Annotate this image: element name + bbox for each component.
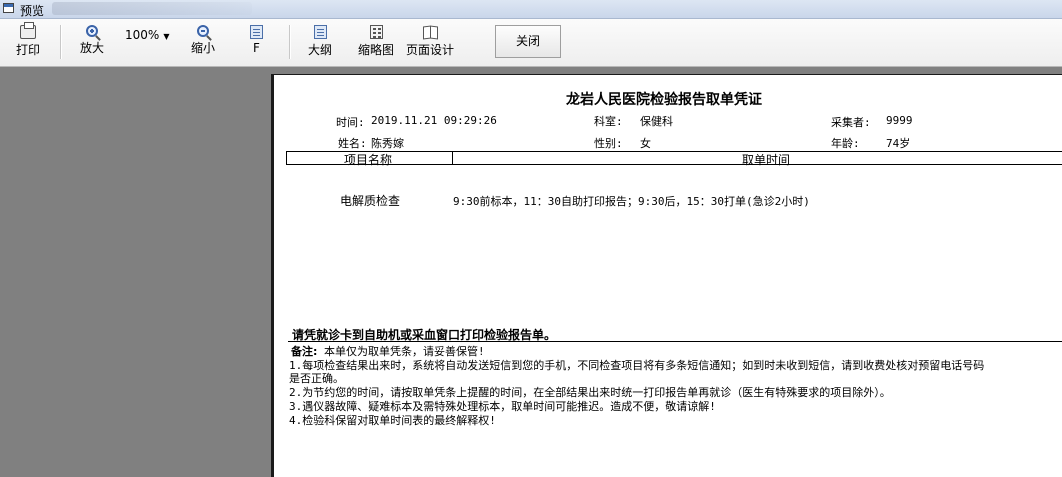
- window-icon: [3, 3, 14, 13]
- gender-value: 女: [640, 137, 651, 150]
- outline-icon: [313, 25, 327, 39]
- table-row-time: 9:30前标本，11：30自助打印报告；9:30后，15：30打单(急诊2小时): [453, 195, 810, 208]
- column-header-item: 项目名称: [344, 153, 393, 167]
- dropdown-arrow-icon: ▼: [163, 32, 170, 41]
- zoom-level-value: 100%: [125, 28, 160, 42]
- page-setup-button[interactable]: 页面设计: [406, 25, 454, 58]
- toolbar: 打印 放大 100% ▼ 缩小 F 大纲 缩略图 页面设计 关闭: [0, 19, 1062, 67]
- thumbnail-label: 缩略图: [358, 43, 395, 57]
- title-bar: 预览: [0, 0, 1062, 19]
- column-header-time: 取单时间: [742, 153, 791, 167]
- dept-label: 科室:: [594, 115, 623, 128]
- zoom-in-icon: [86, 25, 98, 37]
- note-label: 备注:: [291, 345, 318, 358]
- instruction-underline: [288, 341, 1062, 342]
- table-column-divider: [452, 151, 453, 164]
- age-label: 年龄:: [831, 137, 860, 150]
- collector-label: 采集者:: [831, 116, 871, 129]
- fit-button[interactable]: F: [250, 25, 263, 55]
- toolbar-separator: [60, 25, 62, 59]
- time-label: 时间:: [336, 116, 365, 129]
- time-value: 2019.11.21 09:29:26: [371, 114, 497, 127]
- zoom-out-label: 缩小: [191, 41, 216, 55]
- note-line-4: 4.检验科保留对取单时间表的最终解释权!: [289, 414, 496, 427]
- table-header-bottom-border: [286, 164, 1062, 165]
- window-title: 预览: [20, 4, 45, 18]
- name-value: 陈秀嫁: [371, 137, 404, 150]
- fit-label: F: [253, 41, 260, 55]
- fit-page-icon: [250, 25, 263, 39]
- table-row-item: 电解质检查: [340, 194, 401, 208]
- name-label: 姓名:: [338, 137, 367, 150]
- note-line-1: 1.每项检查结果出来时，系统将自动发送短信到您的手机，不同检查项目将有多条短信通…: [289, 359, 985, 372]
- zoom-in-label: 放大: [80, 41, 105, 55]
- open-book-icon: [422, 25, 438, 39]
- zoom-level-select[interactable]: 100% ▼: [125, 28, 169, 42]
- printer-icon: [20, 22, 36, 39]
- title-blur: [52, 2, 252, 15]
- print-label: 打印: [16, 43, 41, 57]
- outline-button[interactable]: 大纲: [308, 25, 332, 58]
- report-title: 龙岩人民医院检验报告取单凭证: [566, 92, 762, 108]
- table-top-border: [286, 151, 1062, 152]
- zoom-out-button[interactable]: 缩小: [191, 25, 215, 56]
- note-line-2: 2.为节约您的时间，请按取单凭条上提醒的时间，在全部结果出来时统一打印报告单再就…: [289, 386, 891, 399]
- note-line-3: 3.遇仪器故障、疑难标本及需特殊处理标本，取单时间可能推迟。造成不便，敬请谅解!: [289, 400, 716, 413]
- zoom-out-icon: [197, 25, 209, 37]
- close-button[interactable]: 关闭: [495, 25, 561, 58]
- print-button[interactable]: 打印: [16, 22, 41, 58]
- page-setup-label: 页面设计: [406, 43, 455, 57]
- dept-value: 保健科: [640, 115, 673, 128]
- report-page: 龙岩人民医院检验报告取单凭证 时间: 2019.11.21 09:29:26 科…: [271, 74, 1062, 477]
- age-value: 74岁: [886, 137, 911, 150]
- table-left-border: [286, 151, 287, 164]
- thumbnail-icon: [369, 25, 383, 39]
- collector-value: 9999: [886, 114, 913, 127]
- thumbnail-button[interactable]: 缩略图: [358, 25, 394, 58]
- zoom-in-button[interactable]: 放大: [80, 25, 104, 56]
- gender-label: 性别:: [594, 137, 623, 150]
- outline-label: 大纲: [308, 43, 333, 57]
- note-line-1-cont: 是否正确。: [289, 372, 344, 385]
- note-text: 本单仅为取单凭条，请妥善保管!: [324, 345, 485, 358]
- toolbar-separator: [289, 25, 291, 59]
